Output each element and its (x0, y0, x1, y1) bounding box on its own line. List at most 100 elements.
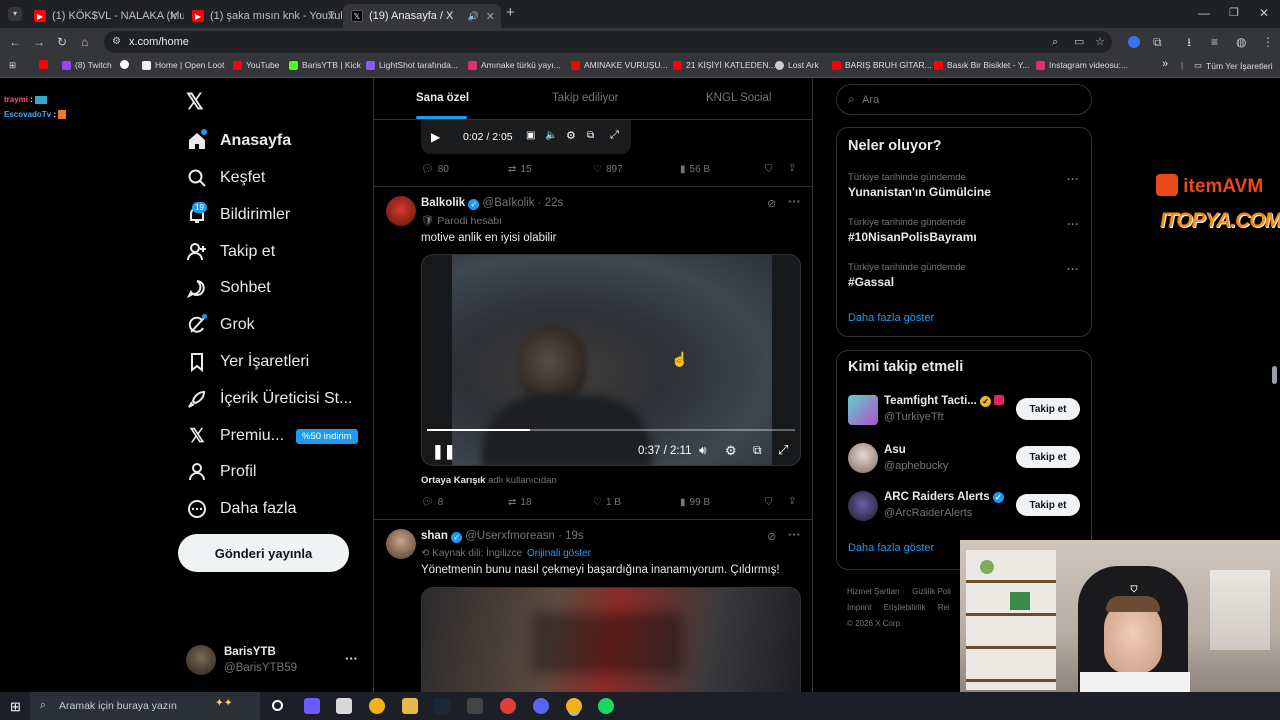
zoom-icon[interactable]: ⌕ (1052, 35, 1058, 49)
taskbar-steam-icon[interactable] (434, 698, 450, 714)
bookmark-youtube[interactable] (39, 60, 52, 69)
profile-icon[interactable]: ◍ (1236, 35, 1246, 49)
download-icon[interactable]: ⭳ (1187, 35, 1191, 49)
tab-x-home[interactable]: 𝕏 (19) Anasayfa / X 🔊 ✕ (343, 4, 501, 28)
trend-more-icon[interactable]: ··· (1067, 262, 1079, 276)
follow-name[interactable]: Teamfight Tacti... ✓ (884, 395, 1005, 407)
pause-icon[interactable]: ❚❚ (432, 443, 455, 460)
taskbar-explorer-icon[interactable] (402, 698, 418, 714)
follow-name[interactable]: Asu (884, 444, 906, 456)
media-icon[interactable]: ≡ (1211, 35, 1218, 49)
pip-icon[interactable]: ⧉ (587, 130, 594, 141)
footer-link[interactable]: Erişilebilirlik (884, 603, 926, 612)
post-button[interactable]: Gönderi yayınla (178, 534, 349, 572)
nav-follow[interactable]: Takip et (186, 237, 275, 267)
taskbar-app-icon[interactable] (467, 698, 483, 714)
follow-handle[interactable]: @ArcRaiderAlerts (884, 507, 972, 519)
volume-icon[interactable]: 🔊︎ (699, 443, 707, 458)
share-icon[interactable]: ⇪ (788, 163, 796, 174)
tweet-video[interactable]: ❚❚ 0:37 / 2:11 🔊︎ ⚙ ⧉ ⤢ (421, 254, 801, 466)
bookmark-item[interactable]: Amınake türkü yayı... (468, 60, 561, 70)
close-icon[interactable]: ✕ (486, 10, 495, 23)
bookmark-item[interactable]: Basık Bir Bisiklet - Y... (934, 60, 1029, 70)
x-logo-icon[interactable]: 𝕏 (186, 89, 204, 115)
reload-icon[interactable]: ↻ (57, 35, 67, 49)
tab-youtube-1[interactable]: ▶ (1) KÖK$VL - NALAKA (Music V ✕ (26, 4, 184, 28)
trend-item[interactable]: Türkiye tarihinde gündemde Yunanistan'ın… (848, 172, 1084, 199)
tweet-handle[interactable]: @Userxfmoreasn · 19s (465, 530, 583, 542)
tab-search-icon[interactable]: ▾ (8, 7, 22, 21)
account-switcher[interactable]: BarisYTB @BarisYTB59 ··· (186, 645, 366, 677)
show-more-link[interactable]: Daha fazla göster (848, 312, 934, 324)
show-original-link[interactable]: Orijinali göster (527, 548, 591, 559)
avatar[interactable] (848, 395, 878, 425)
follow-button[interactable]: Takip et (1016, 446, 1080, 468)
close-icon[interactable]: ✕ (169, 10, 178, 23)
tab-youtube-2[interactable]: ▶ (1) şaka mısın knk - YouTube ✕ (184, 4, 342, 28)
taskbar-discord-icon[interactable] (533, 698, 549, 714)
taskbar-app-icon[interactable] (304, 698, 320, 714)
bookmark-icon[interactable]: ⛉ (765, 164, 773, 175)
page-scrollbar[interactable] (1272, 366, 1277, 384)
follow-handle[interactable]: @aphebucky (884, 460, 948, 472)
windows-start-icon[interactable]: ⊞ (10, 699, 21, 715)
nav-bookmarks[interactable]: Yer İşaretleri (186, 347, 309, 377)
nav-home[interactable]: Anasayfa (186, 126, 291, 156)
nav-creator-studio[interactable]: İçerik Üreticisi St... (186, 384, 352, 414)
tab-for-you[interactable]: Sana özel (416, 92, 469, 104)
tweet-more-icon[interactable]: ··· (788, 527, 801, 542)
trend-item[interactable]: Türkiye tarihinde gündemde #Gassal ··· (848, 262, 1084, 289)
bookmark-item[interactable]: LightShot tarafında... (366, 60, 458, 70)
taskbar-search[interactable]: ⌕ Aramak için buraya yazın ✦✦ (30, 692, 260, 720)
audio-icon[interactable]: 🔊 (468, 11, 479, 22)
nav-profile[interactable]: Profil (186, 457, 256, 487)
new-tab-button[interactable]: + (506, 5, 515, 20)
minimize-icon[interactable]: — (1198, 6, 1210, 20)
video-source-name[interactable]: Ortaya Karışık (421, 475, 485, 486)
footer-link[interactable]: Hizmet Şartları (847, 587, 900, 596)
pip-icon[interactable]: ⧉ (753, 443, 762, 458)
bookmark-item[interactable]: YouTube (233, 60, 279, 70)
puzzle-icon[interactable]: ⧉ (1153, 35, 1162, 49)
reply-button[interactable]: 💬︎ 80 (421, 164, 449, 175)
taskbar-spotify-icon[interactable] (598, 698, 614, 714)
tweet-handle[interactable]: @BaIkolik · 22s (483, 197, 564, 209)
taskbar-store-icon[interactable] (336, 698, 352, 714)
like-button[interactable]: ♡ 897 (593, 164, 623, 175)
apps-icon[interactable]: ⊞ (9, 60, 16, 71)
show-more-link[interactable]: Daha fazla göster (848, 542, 934, 554)
tweet-more-icon[interactable]: ··· (788, 194, 801, 209)
nav-chat[interactable]: Sohbet (186, 273, 271, 303)
cortana-icon[interactable] (272, 700, 283, 711)
restore-icon[interactable]: ❐ (1229, 6, 1239, 20)
repost-button[interactable]: ⇄ 18 (508, 497, 532, 508)
window-close-icon[interactable]: ✕ (1259, 6, 1269, 20)
views-button[interactable]: ▮ 56 B (680, 164, 710, 175)
settings-icon[interactable]: ⚙ (566, 129, 576, 142)
account-more-icon[interactable]: ··· (345, 651, 358, 666)
nav-grok[interactable]: Grok (186, 310, 255, 340)
taskbar-chrome-icon[interactable] (369, 698, 385, 714)
tweet-author-name[interactable]: Balkolik (421, 197, 465, 209)
tab-kngl-social[interactable]: KNGL Social (706, 92, 771, 104)
follow-button[interactable]: Takip et (1016, 494, 1080, 516)
bookmark-item[interactable]: Lost Ark (775, 60, 819, 70)
bookmark-item[interactable]: BarisYTB | Kick (289, 60, 361, 70)
taskbar-chrome-active-icon[interactable] (566, 698, 582, 714)
share-icon[interactable]: ⇪ (788, 496, 796, 507)
home-icon[interactable]: ⌂ (81, 35, 88, 49)
footer-link[interactable]: Gizlilik Poli (912, 587, 951, 596)
bookmark-google[interactable] (120, 60, 133, 69)
bookmark-item[interactable]: Instagram videosu:... (1036, 60, 1128, 70)
tweet-author-name[interactable]: shan (421, 530, 448, 542)
nav-premium[interactable]: 𝕏 Premiu... %50 indirim (186, 421, 358, 451)
avatar[interactable] (386, 529, 416, 559)
footer-link[interactable]: Rei (938, 603, 950, 612)
grok-icon[interactable]: ⊘ (767, 530, 776, 543)
menu-icon[interactable]: ⋮ (1262, 35, 1274, 49)
repost-button[interactable]: ⇄ 15 (508, 164, 532, 175)
play-icon[interactable]: ▶ (431, 130, 440, 144)
mute-icon[interactable]: 🔈 (545, 130, 557, 141)
video-progress-track[interactable] (427, 429, 795, 431)
bookmark-item[interactable]: AMINAKE VURUŞU... (571, 60, 668, 70)
